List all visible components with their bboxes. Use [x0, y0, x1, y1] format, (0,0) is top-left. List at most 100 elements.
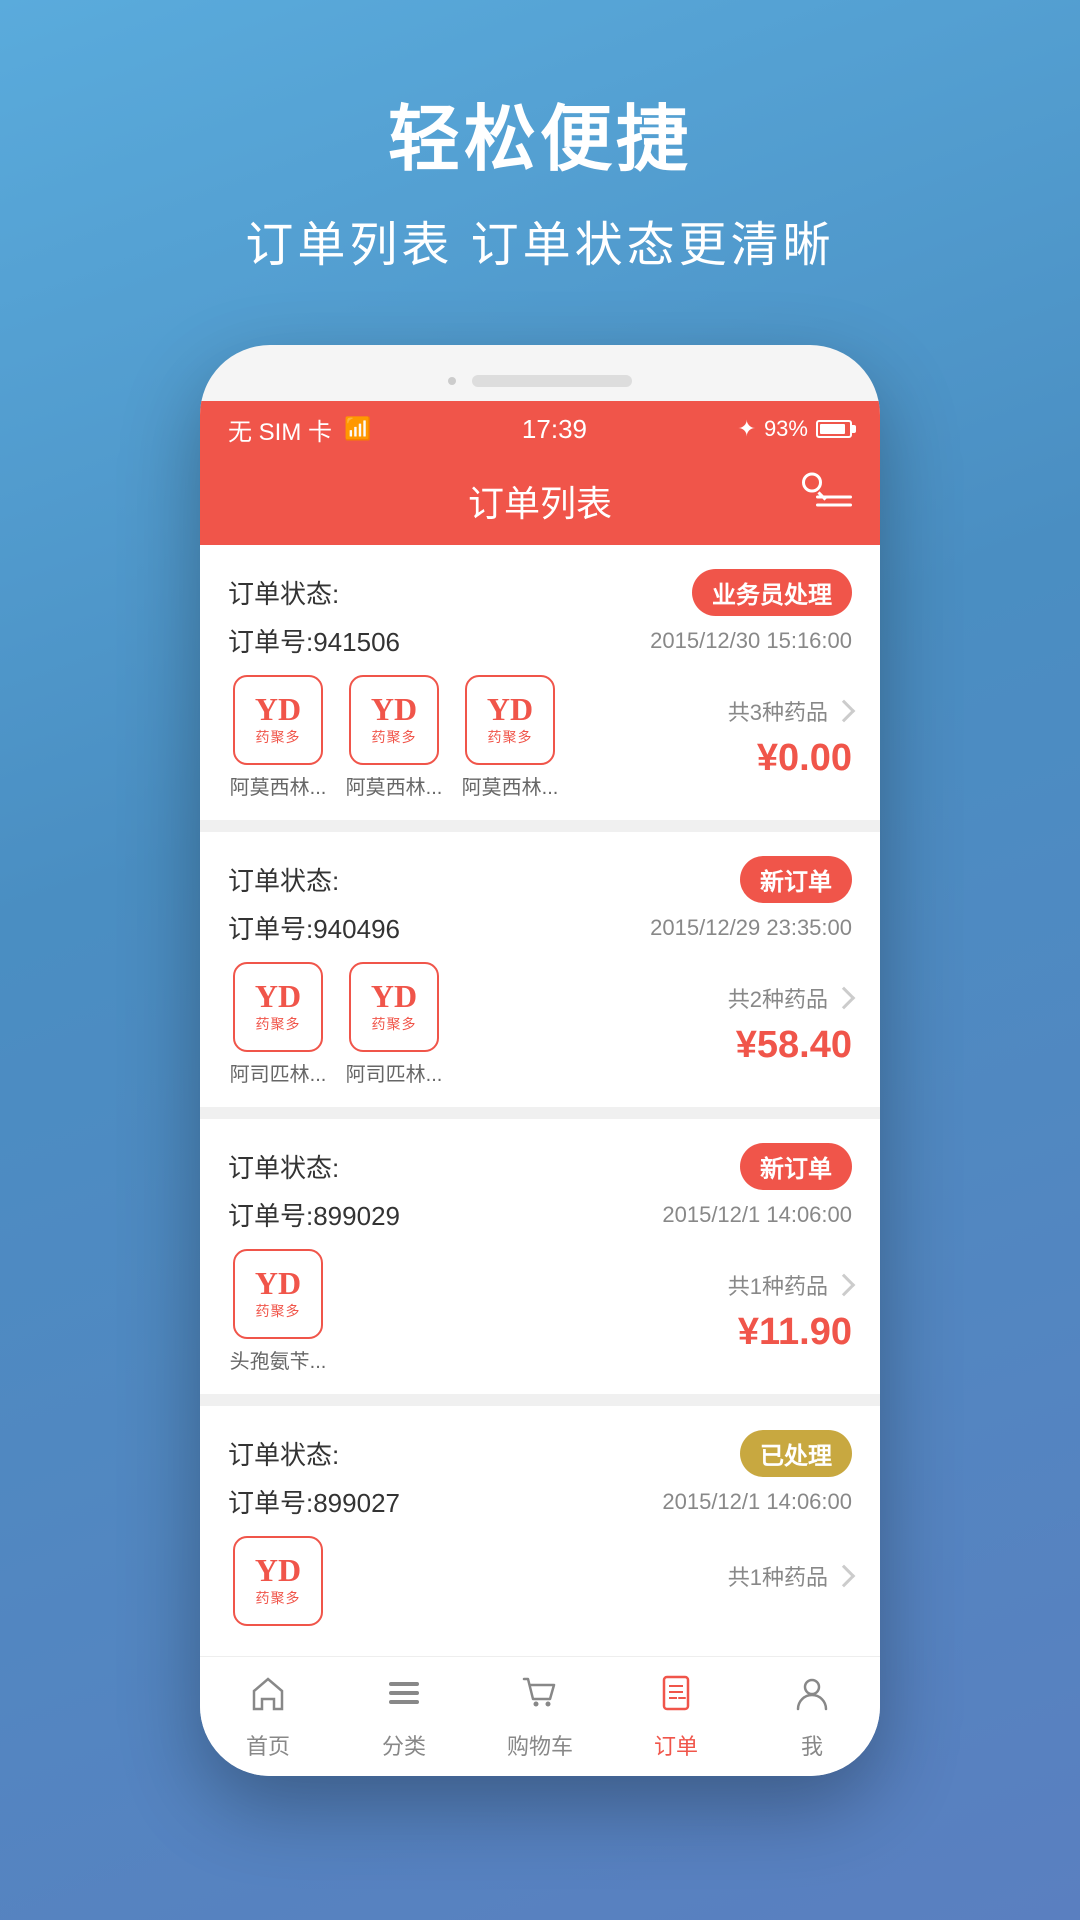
product-logo-2: YD 药聚多 阿莫西林...: [344, 675, 444, 800]
order-4-header: 订单状态: 已处理: [228, 1430, 852, 1477]
order-3-number-row: 订单号:899029 2015/12/1 14:06:00: [228, 1196, 852, 1233]
order-3-items-row: YD 药聚多 头孢氨苄... 共1种药品 ¥11.90: [228, 1249, 852, 1374]
search-filter-button[interactable]: [816, 496, 852, 507]
product-logo-img-2: YD 药聚多: [349, 675, 439, 765]
product-logo-img-6: YD 药聚多: [233, 1249, 323, 1339]
wifi-icon: 📶: [344, 416, 371, 442]
product-logo-1: YD 药聚多 阿莫西林...: [228, 675, 328, 800]
home-icon: [248, 1673, 288, 1723]
order-card-3[interactable]: 订单状态: 新订单 订单号:899029 2015/12/1 14:06:00 …: [200, 1119, 880, 1394]
nav-header-title: 订单列表: [468, 475, 612, 527]
nav-item-category[interactable]: 分类: [354, 1673, 454, 1761]
nav-item-me[interactable]: 我: [762, 1673, 862, 1761]
order-1-badge: 业务员处理: [692, 569, 852, 616]
order-3-header: 订单状态: 新订单: [228, 1143, 852, 1190]
yd-logo-6: YD: [255, 1267, 301, 1299]
nav-home-label: 首页: [246, 1729, 290, 1761]
phone-shell: 无 SIM 卡 📶 17:39 ✦ 93% 订单列表 订单状态: 业务员处理: [200, 345, 880, 1776]
product-name-2: 阿莫西林...: [344, 771, 444, 800]
search-icon: [802, 473, 822, 493]
nav-header: 订单列表: [200, 457, 880, 545]
user-icon: [792, 1673, 832, 1723]
yd-logo-7: YD: [255, 1554, 301, 1586]
order-3-right-info: 共1种药品 ¥11.90: [692, 1269, 852, 1354]
order-1-price: ¥0.00: [757, 737, 852, 780]
yd-logo-1: YD: [255, 693, 301, 725]
yd-sub-1: 药聚多: [256, 727, 301, 747]
cart-icon: [520, 1673, 560, 1723]
order-card-1[interactable]: 订单状态: 业务员处理 订单号:941506 2015/12/30 15:16:…: [200, 545, 880, 820]
yd-sub-7: 药聚多: [256, 1588, 301, 1608]
nav-orders-label: 订单: [654, 1729, 698, 1761]
product-logo-img-5: YD 药聚多: [349, 962, 439, 1052]
order-2-number-row: 订单号:940496 2015/12/29 23:35:00: [228, 909, 852, 946]
yd-sub-4: 药聚多: [256, 1014, 301, 1034]
order-1-items-row: YD 药聚多 阿莫西林... YD 药聚多: [228, 675, 852, 800]
product-logo-5: YD 药聚多 阿司匹林...: [344, 962, 444, 1087]
hero-title: 轻松便捷: [388, 80, 692, 185]
battery-percent: 93%: [764, 416, 808, 442]
order-card-4[interactable]: 订单状态: 已处理 订单号:899027 2015/12/1 14:06:00 …: [200, 1406, 880, 1656]
order-3-date: 2015/12/1 14:06:00: [662, 1202, 852, 1228]
yd-sub-3: 药聚多: [488, 727, 533, 747]
menu-line-2: [816, 504, 852, 507]
order-1-count-row: 共3种药品: [728, 695, 852, 727]
list-icon: [384, 1673, 424, 1723]
order-1-count: 共3种药品: [728, 695, 828, 727]
order-list: 订单状态: 业务员处理 订单号:941506 2015/12/30 15:16:…: [200, 545, 880, 1656]
chevron-right-icon-3: [833, 1274, 856, 1297]
order-2-products: YD 药聚多 阿司匹林... YD 药聚多: [228, 962, 672, 1087]
order-2-date: 2015/12/29 23:35:00: [650, 915, 852, 941]
status-bar: 无 SIM 卡 📶 17:39 ✦ 93%: [200, 401, 880, 457]
product-logo-img-3: YD 药聚多: [465, 675, 555, 765]
product-name-3: 阿莫西林...: [460, 771, 560, 800]
chevron-right-icon-4: [833, 1565, 856, 1588]
bluetooth-icon: ✦: [738, 416, 756, 442]
order-3-products: YD 药聚多 头孢氨苄...: [228, 1249, 672, 1374]
order-3-status-label: 订单状态:: [228, 1148, 339, 1185]
phone-notch: [472, 375, 632, 387]
chevron-right-icon-1: [833, 700, 856, 723]
status-time: 17:39: [522, 414, 587, 445]
order-2-status-label: 订单状态:: [228, 861, 339, 898]
order-2-header: 订单状态: 新订单: [228, 856, 852, 903]
nav-item-orders[interactable]: 订单: [626, 1673, 726, 1761]
nav-item-cart[interactable]: 购物车: [490, 1673, 590, 1761]
order-4-badge: 已处理: [740, 1430, 852, 1477]
order-1-date: 2015/12/30 15:16:00: [650, 628, 852, 654]
product-name-5: 阿司匹林...: [344, 1058, 444, 1087]
product-logo-img-7: YD 药聚多: [233, 1536, 323, 1626]
sim-label: 无 SIM 卡: [228, 412, 332, 447]
phone-top-bar: [200, 365, 880, 401]
product-logo-6: YD 药聚多 头孢氨苄...: [228, 1249, 328, 1374]
nav-me-label: 我: [801, 1729, 823, 1761]
order-4-status-label: 订单状态:: [228, 1435, 339, 1472]
product-name-4: 阿司匹林...: [228, 1058, 328, 1087]
order-4-products: YD 药聚多: [228, 1536, 672, 1626]
order-4-right-info: 共1种药品: [692, 1560, 852, 1602]
product-logo-3: YD 药聚多 阿莫西林...: [460, 675, 560, 800]
order-1-header: 订单状态: 业务员处理: [228, 569, 852, 616]
chevron-right-icon-2: [833, 987, 856, 1010]
yd-logo-5: YD: [371, 980, 417, 1012]
order-1-status-label: 订单状态:: [228, 574, 339, 611]
order-icon: [656, 1673, 696, 1723]
order-card-2[interactable]: 订单状态: 新订单 订单号:940496 2015/12/29 23:35:00…: [200, 832, 880, 1107]
order-3-badge: 新订单: [740, 1143, 852, 1190]
order-4-number-row: 订单号:899027 2015/12/1 14:06:00: [228, 1483, 852, 1520]
bottom-nav: 首页 分类 购物车: [200, 1656, 880, 1776]
yd-logo-2: YD: [371, 693, 417, 725]
phone-speaker: [448, 377, 456, 385]
yd-sub-5: 药聚多: [372, 1014, 417, 1034]
hero-subtitle: 订单列表 订单状态更清晰: [245, 205, 834, 275]
product-name-1: 阿莫西林...: [228, 771, 328, 800]
order-2-count-row: 共2种药品: [728, 982, 852, 1014]
order-3-count: 共1种药品: [728, 1269, 828, 1301]
order-4-date: 2015/12/1 14:06:00: [662, 1489, 852, 1515]
order-1-number-row: 订单号:941506 2015/12/30 15:16:00: [228, 622, 852, 659]
order-2-badge: 新订单: [740, 856, 852, 903]
yd-sub-6: 药聚多: [256, 1301, 301, 1321]
nav-item-home[interactable]: 首页: [218, 1673, 318, 1761]
order-3-count-row: 共1种药品: [728, 1269, 852, 1301]
nav-category-label: 分类: [382, 1729, 426, 1761]
